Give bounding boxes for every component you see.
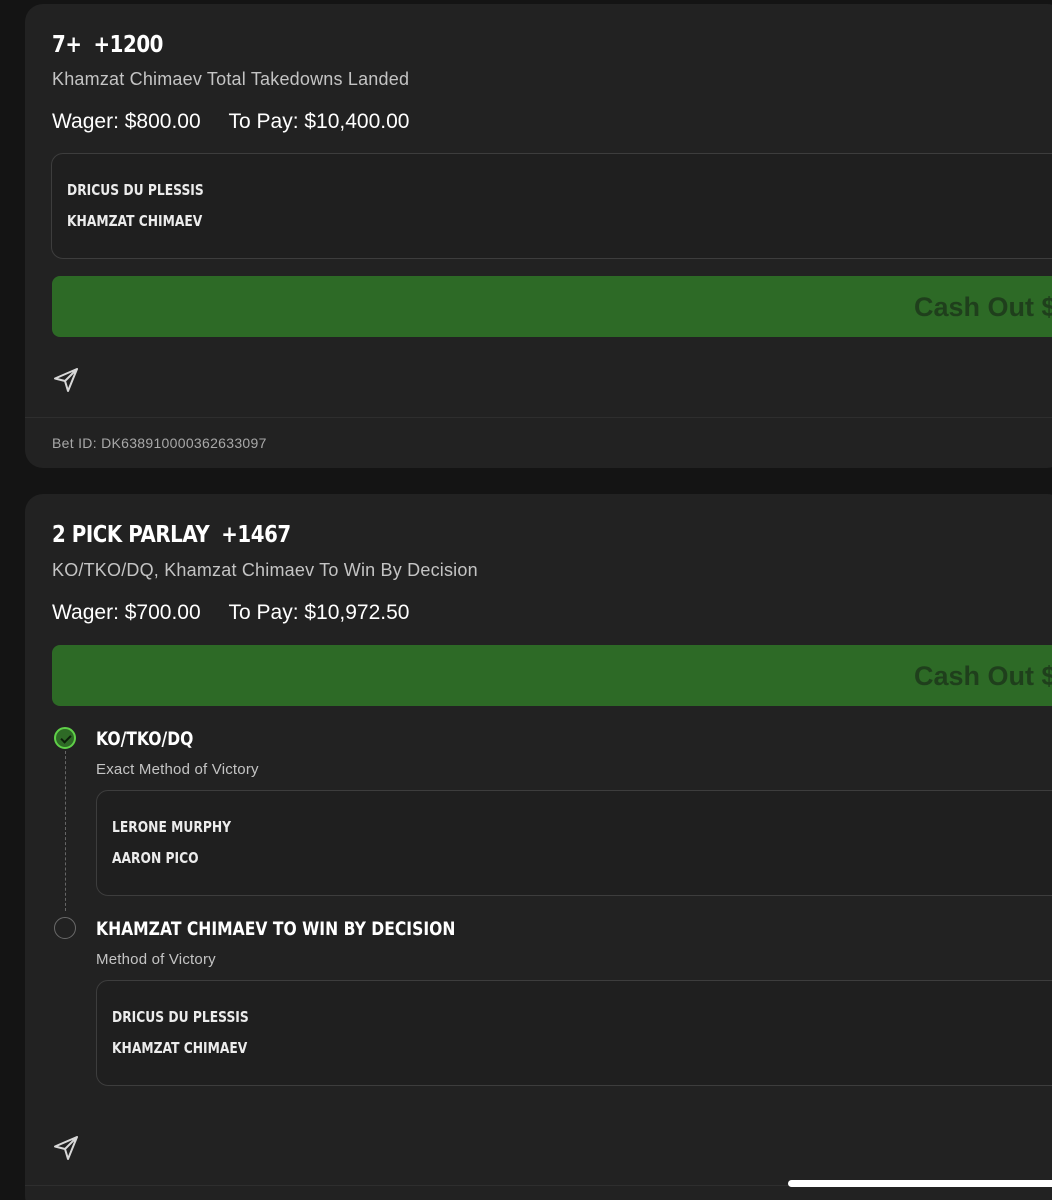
empty-circle-icon bbox=[54, 917, 76, 939]
leg-title: KHAMZAT CHIMAEV TO WIN BY DECISION bbox=[96, 918, 456, 940]
bet-history-page: 7+ +1200 Khamzat Chimaev Total Takedowns… bbox=[0, 0, 1052, 1200]
matchup-box[interactable]: DRICUS DU PLESSIS KHAMZAT CHIMAEV bbox=[96, 980, 1052, 1086]
bet-title-row: 2 PICK PARLAY +1467 bbox=[52, 522, 291, 548]
cash-out-label: Cash Out $ bbox=[914, 661, 1052, 691]
matchup-box[interactable]: DRICUS DU PLESSIS KHAMZAT CHIMAEV bbox=[51, 153, 1052, 259]
to-pay-amount: To Pay: $10,972.50 bbox=[228, 601, 410, 624]
cash-out-button[interactable]: Cash Out $ bbox=[52, 276, 1052, 337]
cash-out-label: Cash Out $ bbox=[914, 292, 1052, 322]
check-circle-icon bbox=[54, 727, 76, 749]
cash-out-button[interactable]: Cash Out $ bbox=[52, 645, 1052, 706]
bet-title-row: 7+ +1200 bbox=[52, 32, 163, 58]
send-icon[interactable] bbox=[52, 366, 80, 394]
bet-odds: +1467 bbox=[221, 522, 291, 548]
fighter-name: LERONE MURPHY bbox=[112, 818, 232, 836]
to-pay-amount: To Pay: $10,400.00 bbox=[228, 110, 410, 133]
fighter-name: KHAMZAT CHIMAEV bbox=[112, 1039, 248, 1057]
wager-row: Wager: $700.00 To Pay: $10,972.50 bbox=[52, 601, 409, 625]
fighter-name: DRICUS DU PLESSIS bbox=[67, 181, 204, 199]
matchup-box[interactable]: LERONE MURPHY AARON PICO bbox=[96, 790, 1052, 896]
leg-connector bbox=[65, 751, 66, 911]
send-icon[interactable] bbox=[52, 1134, 80, 1162]
fighter-name: AARON PICO bbox=[112, 849, 199, 867]
bet-selection: 7+ bbox=[52, 32, 82, 58]
card-divider bbox=[25, 417, 1052, 418]
bet-card-parlay[interactable]: 2 PICK PARLAY +1467 KO/TKO/DQ, Khamzat C… bbox=[25, 494, 1052, 1200]
bet-market: Khamzat Chimaev Total Takedowns Landed bbox=[52, 69, 410, 89]
leg-market: Method of Victory bbox=[96, 951, 216, 968]
home-indicator[interactable] bbox=[788, 1180, 1052, 1187]
wager-amount: Wager: $700.00 bbox=[52, 601, 201, 624]
leg-market: Exact Method of Victory bbox=[96, 761, 259, 778]
fighter-name: KHAMZAT CHIMAEV bbox=[67, 212, 203, 230]
leg-title: KO/TKO/DQ bbox=[96, 728, 194, 750]
wager-amount: Wager: $800.00 bbox=[52, 110, 201, 133]
bet-id: Bet ID: DK638910000362633097 bbox=[52, 435, 267, 451]
wager-row: Wager: $800.00 To Pay: $10,400.00 bbox=[52, 110, 409, 134]
bet-card-single[interactable]: 7+ +1200 Khamzat Chimaev Total Takedowns… bbox=[25, 4, 1052, 468]
bet-odds: +1200 bbox=[93, 32, 164, 58]
bet-selection: 2 PICK PARLAY bbox=[52, 522, 210, 548]
bet-market: KO/TKO/DQ, Khamzat Chimaev To Win By Dec… bbox=[52, 560, 478, 580]
fighter-name: DRICUS DU PLESSIS bbox=[112, 1008, 249, 1026]
